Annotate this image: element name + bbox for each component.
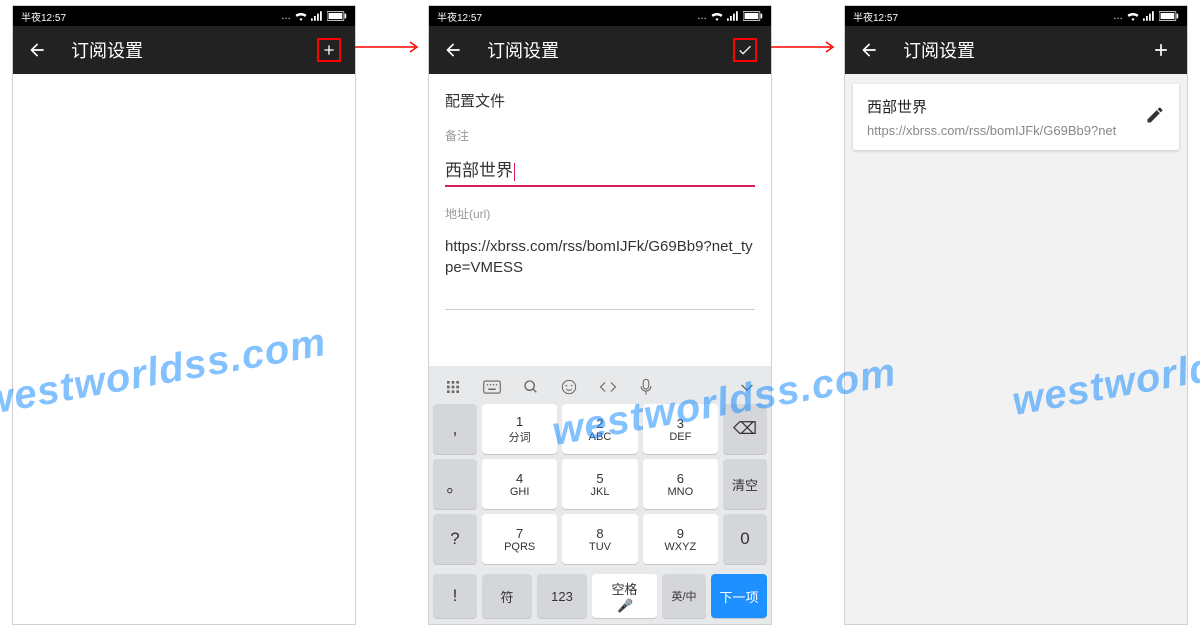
key-7[interactable]: 7PQRS <box>482 514 557 564</box>
text-cursor <box>514 163 515 181</box>
status-time: 半夜12:57 <box>853 9 898 24</box>
wifi-icon <box>1127 11 1139 21</box>
app-bar: 订阅设置 <box>845 26 1187 74</box>
kb-emoji-icon[interactable] <box>561 379 577 395</box>
key-6[interactable]: 6MNO <box>643 459 718 509</box>
url-input[interactable]: https://xbrss.com/rss/bomIJFk/G69Bb9?net… <box>445 230 755 310</box>
back-button[interactable] <box>859 40 879 60</box>
battery-icon <box>1159 11 1179 21</box>
form-content: 配置文件 备注 西部世界 地址(url) https://xbrss.com/r… <box>429 74 771 366</box>
signal-icon <box>727 11 739 21</box>
card-title: 西部世界 <box>867 96 1145 117</box>
battery-icon <box>327 11 347 21</box>
dots-icon: … <box>281 11 291 22</box>
phone-screen-2: 半夜12:57 … 订阅设置 配置文件 备注 西部世界 地址(url) <box>428 5 772 625</box>
key-2[interactable]: 2ABC <box>562 404 637 454</box>
back-button[interactable] <box>27 40 47 60</box>
status-icons: … <box>697 11 763 22</box>
key-period[interactable]: 。 <box>433 459 477 509</box>
key-3[interactable]: 3DEF <box>643 404 718 454</box>
app-bar-title: 订阅设置 <box>71 37 317 63</box>
status-bar: 半夜12:57 … <box>429 6 771 26</box>
remark-label: 备注 <box>445 127 755 144</box>
confirm-button[interactable] <box>733 38 757 62</box>
key-zero[interactable]: 0 <box>723 514 767 564</box>
key-1[interactable]: 1分词 <box>482 404 557 454</box>
add-button[interactable] <box>317 38 341 62</box>
app-bar: 订阅设置 <box>429 26 771 74</box>
keyboard-toolbar <box>433 370 767 404</box>
key-9[interactable]: 9WXYZ <box>643 514 718 564</box>
arrow-2 <box>771 40 841 54</box>
battery-icon <box>743 11 763 21</box>
edit-icon[interactable] <box>1145 105 1165 130</box>
keyboard: , 1分词 2ABC 3DEF ⌫ 。 4GHI 5JKL 6MNO 清空 ? … <box>429 366 771 624</box>
app-bar-title: 订阅设置 <box>487 37 733 63</box>
section-title: 配置文件 <box>445 90 755 111</box>
status-icons: … <box>1113 11 1179 22</box>
mic-small-icon: 🎤 <box>617 598 633 614</box>
kb-keyboard-icon[interactable] <box>483 380 501 394</box>
dots-icon: … <box>1113 11 1123 22</box>
url-label: 地址(url) <box>445 205 755 222</box>
kb-mic-icon[interactable] <box>639 378 653 396</box>
key-5[interactable]: 5JKL <box>562 459 637 509</box>
signal-icon <box>1143 11 1155 21</box>
kb-collapse-icon[interactable] <box>739 382 755 392</box>
status-bar: 半夜12:57 … <box>845 6 1187 26</box>
remark-input[interactable]: 西部世界 <box>445 152 755 187</box>
key-space[interactable]: 空格 🎤 <box>592 574 657 618</box>
empty-content <box>13 74 355 624</box>
wifi-icon <box>295 11 307 21</box>
key-question[interactable]: ? <box>433 514 477 564</box>
key-backspace[interactable]: ⌫ <box>723 404 767 454</box>
status-icons: … <box>281 11 347 22</box>
status-time: 半夜12:57 <box>21 9 66 24</box>
key-exclaim[interactable]: ! <box>433 574 477 618</box>
subscription-card[interactable]: 西部世界 https://xbrss.com/rss/bomIJFk/G69Bb… <box>853 84 1179 150</box>
kb-search-icon[interactable] <box>523 379 539 395</box>
key-comma[interactable]: , <box>433 404 477 454</box>
key-4[interactable]: 4GHI <box>482 459 557 509</box>
wifi-icon <box>711 11 723 21</box>
phone-screen-3: 半夜12:57 … 订阅设置 西部世界 https://xbrss.com/rs… <box>844 5 1188 625</box>
kb-grid-icon[interactable] <box>445 379 461 395</box>
app-bar-title: 订阅设置 <box>903 37 1149 63</box>
key-8[interactable]: 8TUV <box>562 514 637 564</box>
add-button[interactable] <box>1149 38 1173 62</box>
key-clear[interactable]: 清空 <box>723 459 767 509</box>
key-next[interactable]: 下一项 <box>711 574 767 618</box>
phone-screen-1: 半夜12:57 … 订阅设置 <box>12 5 356 625</box>
status-time: 半夜12:57 <box>437 9 482 24</box>
dots-icon: … <box>697 11 707 22</box>
kb-code-icon[interactable] <box>599 380 617 394</box>
list-content: 西部世界 https://xbrss.com/rss/bomIJFk/G69Bb… <box>845 74 1187 624</box>
key-symbol[interactable]: 符 <box>482 574 532 618</box>
signal-icon <box>311 11 323 21</box>
key-lang[interactable]: 英/中 <box>662 574 706 618</box>
arrow-1 <box>355 40 425 54</box>
app-bar: 订阅设置 <box>13 26 355 74</box>
key-num-switch[interactable]: 123 <box>537 574 587 618</box>
card-url: https://xbrss.com/rss/bomIJFk/G69Bb9?net <box>867 123 1145 138</box>
status-bar: 半夜12:57 … <box>13 6 355 26</box>
back-button[interactable] <box>443 40 463 60</box>
